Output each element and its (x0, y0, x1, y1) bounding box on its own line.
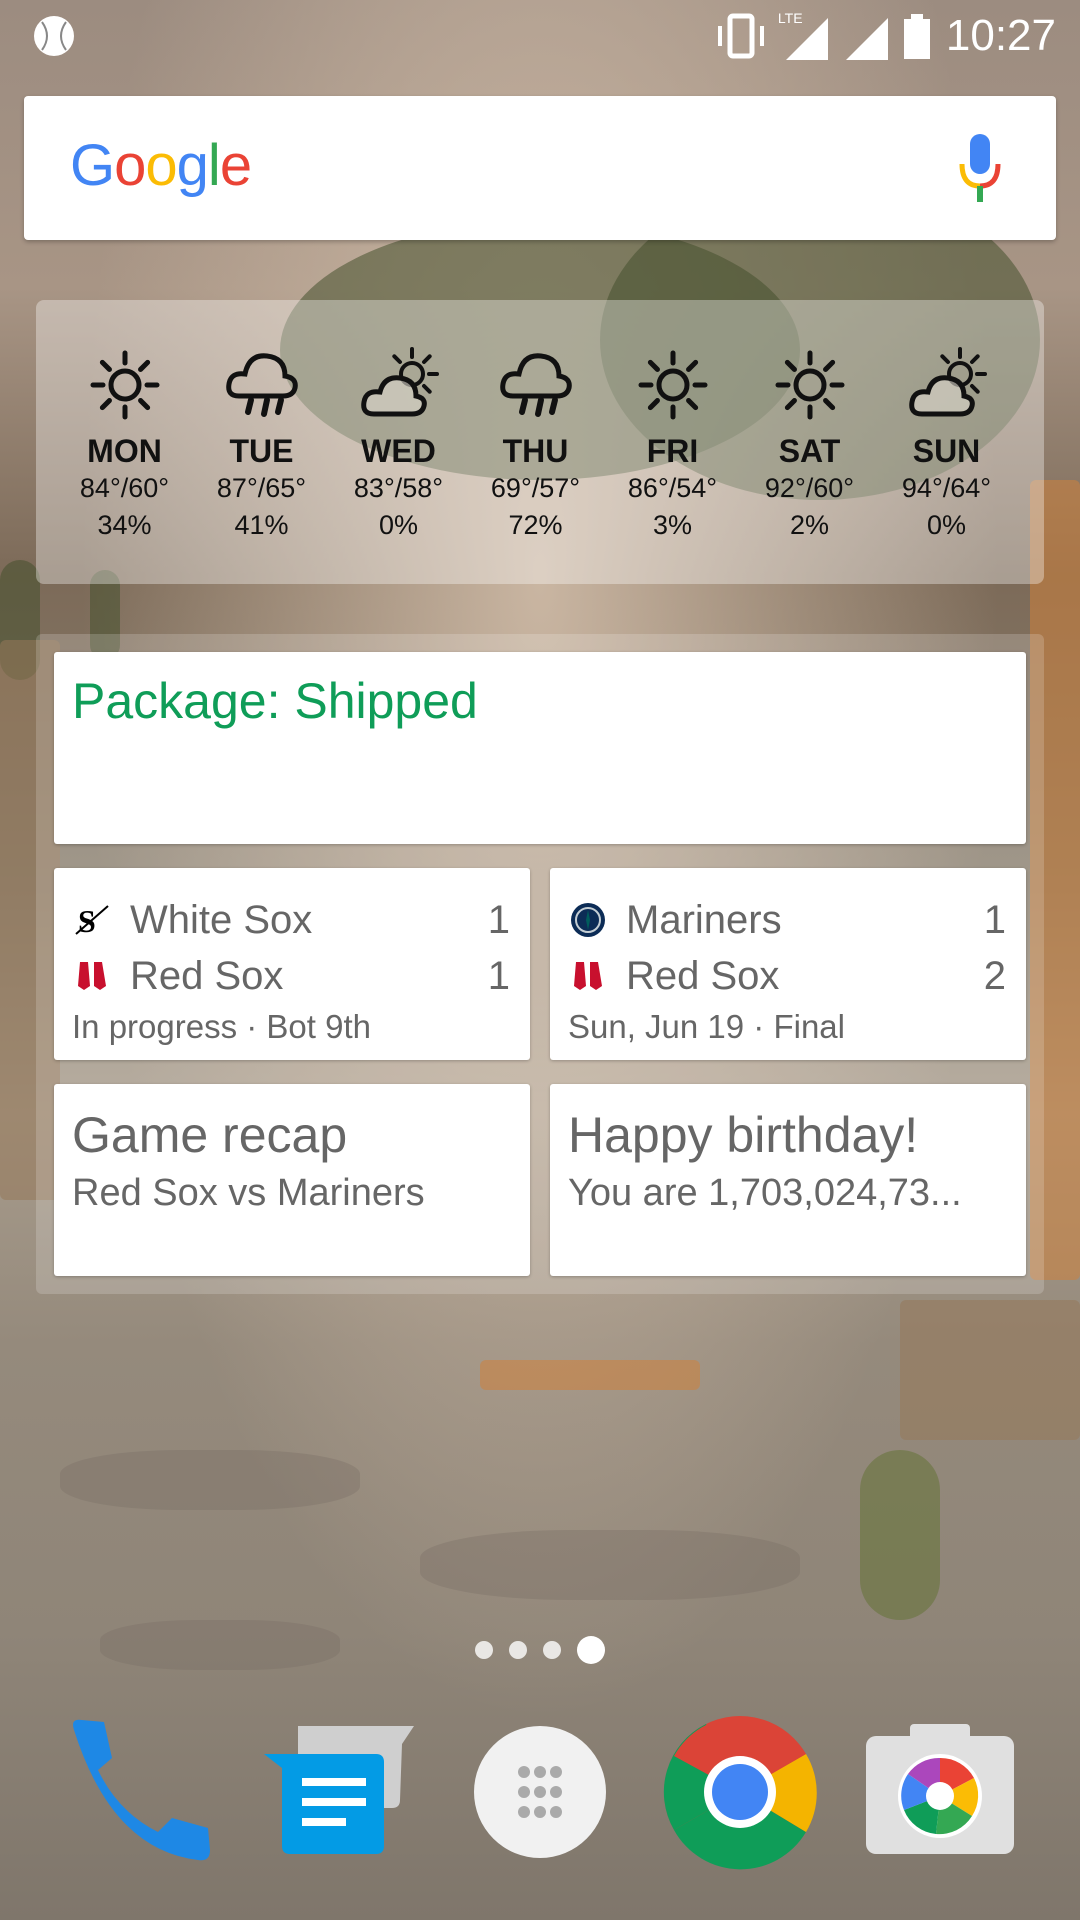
weather-day-fri[interactable]: FRI 86°/54° 3% (604, 340, 741, 544)
partly-cloudy-icon (908, 347, 987, 417)
package-status-title: Package: Shipped (72, 673, 478, 729)
svg-text:S: S (78, 903, 96, 939)
package-card[interactable]: Package: Shipped (54, 652, 1026, 844)
game-recap-card[interactable]: Game recap Red Sox vs Mariners (54, 1084, 530, 1276)
day-name: TUE (229, 433, 294, 469)
white-sox-logo-icon: S (75, 903, 109, 939)
chrome-app-icon[interactable] (660, 1712, 820, 1872)
card-subtitle: Red Sox vs Mariners (72, 1172, 425, 1214)
team-score: 1 (487, 897, 510, 942)
day-name: WED (361, 433, 436, 469)
cell-signal-2-icon (845, 18, 888, 60)
mariners-logo-icon (571, 903, 605, 937)
day-temps: 69°/57° (490, 473, 581, 503)
vibrate-icon (717, 13, 764, 59)
google-search-bar[interactable]: Google (24, 96, 1056, 240)
day-precip: 72% (508, 510, 563, 540)
day-temps: 84°/60° (79, 473, 170, 503)
red-sox-logo-icon (78, 962, 106, 990)
weather-day-thu[interactable]: THU 69°/57° 72% (467, 340, 604, 544)
phone-app-icon[interactable] (60, 1712, 220, 1872)
weather-day-tue[interactable]: TUE 87°/65° 41% (193, 340, 330, 544)
team-score: 1 (983, 897, 1006, 942)
team-score: 1 (487, 953, 510, 998)
page-dot[interactable] (509, 1641, 527, 1659)
game-card-mariners[interactable]: Mariners 1 Red Sox 2 Sun, Jun 19 · Final (550, 868, 1026, 1060)
team-score: 2 (983, 953, 1006, 998)
day-temps: 92°/60° (764, 473, 855, 503)
day-precip: 41% (234, 510, 289, 540)
page-dot[interactable] (543, 1641, 561, 1659)
weather-day-wed[interactable]: WED 83°/58° 0% (330, 340, 467, 544)
team-name: Red Sox (626, 953, 780, 998)
sunny-icon (775, 350, 844, 420)
day-name: MON (87, 433, 162, 469)
day-name: FRI (646, 433, 699, 469)
partly-cloudy-icon (360, 347, 439, 417)
card-subtitle: You are 1,703,024,73... (568, 1172, 962, 1214)
team-name: White Sox (130, 897, 313, 942)
clock: 10:27 (945, 11, 1056, 60)
page-dot[interactable] (475, 1641, 493, 1659)
rain-icon (499, 353, 572, 417)
weather-day-mon[interactable]: MON 84°/60° 34% (56, 340, 193, 544)
game-status: Sun, Jun 19 · Final (568, 1008, 845, 1045)
weather-day-sun[interactable]: SUN 94°/64° 0% (878, 340, 1015, 544)
day-precip: 0% (926, 510, 967, 540)
red-sox-logo-icon (574, 962, 602, 990)
battery-icon (903, 14, 930, 59)
microphone-icon[interactable] (958, 134, 1002, 204)
weather-widget[interactable]: MON 84°/60° 34% TUE 87°/65° 41% WED 83°/58° 0% TH… (36, 300, 1044, 584)
day-precip: 34% (97, 510, 152, 540)
team-name: Red Sox (130, 953, 284, 998)
page-dot-active[interactable] (577, 1636, 605, 1664)
dock (0, 1712, 1080, 1872)
status-bar: LTE 10:27 (0, 0, 1080, 72)
day-name: THU (502, 433, 569, 469)
google-logo: Google (70, 133, 252, 198)
baseball-icon (34, 16, 74, 56)
page-indicator (0, 1636, 1080, 1664)
rain-icon (225, 353, 298, 417)
day-precip: 0% (378, 510, 419, 540)
birthday-card[interactable]: Happy birthday! You are 1,703,024,73... (550, 1084, 1026, 1276)
network-type-label: LTE (777, 10, 803, 26)
day-temps: 94°/64° (901, 473, 992, 503)
game-card-white-sox[interactable]: S White Sox 1 Red Sox 1 In progress · Bo… (54, 868, 530, 1060)
day-precip: 2% (789, 510, 830, 540)
day-temps: 87°/65° (216, 473, 307, 503)
card-title: Game recap (72, 1107, 348, 1163)
sunny-icon (638, 350, 707, 420)
day-name: SAT (778, 433, 841, 469)
day-temps: 86°/54° (627, 473, 718, 503)
messages-app-icon[interactable] (254, 1712, 414, 1872)
day-precip: 3% (652, 510, 693, 540)
weather-day-sat[interactable]: SAT 92°/60° 2% (741, 340, 878, 544)
day-temps: 83°/58° (353, 473, 444, 503)
camera-app-icon[interactable] (860, 1712, 1020, 1872)
day-name: SUN (912, 433, 981, 469)
team-name: Mariners (626, 897, 782, 942)
app-drawer-icon[interactable] (460, 1712, 620, 1872)
sunny-icon (90, 350, 159, 420)
game-status: In progress · Bot 9th (72, 1008, 371, 1045)
card-title: Happy birthday! (568, 1107, 919, 1163)
